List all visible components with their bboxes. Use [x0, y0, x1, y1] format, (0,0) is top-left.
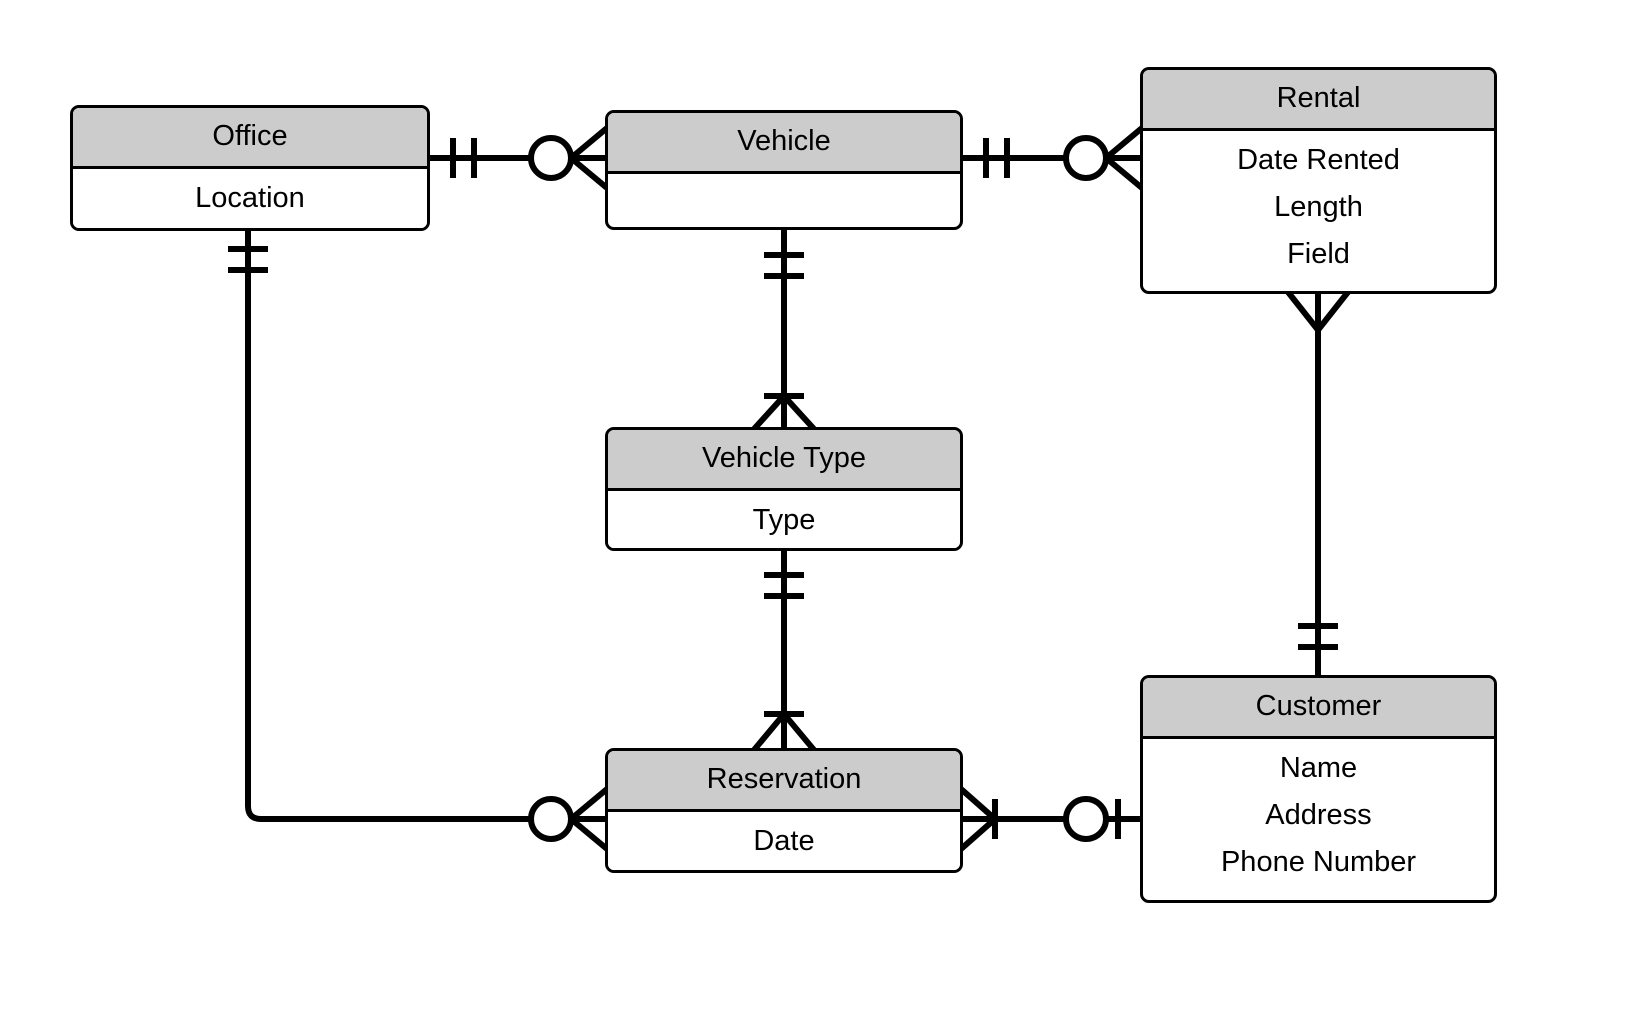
relationship-office-vehicle[interactable]: [430, 125, 609, 191]
attribute-date: Date: [753, 825, 815, 857]
relationship-reservation-customer[interactable]: [959, 786, 1140, 852]
relationship-vehicle-vehicletype[interactable]: [751, 230, 817, 432]
attribute-phone-number: Phone Number: [1220, 846, 1417, 878]
entity-customer-title: Customer: [1143, 678, 1494, 739]
attribute-length: Length: [1274, 191, 1363, 223]
entity-customer-attributes: Name Address Phone Number: [1143, 739, 1494, 894]
relationship-rental-customer[interactable]: [1285, 290, 1351, 675]
entity-office-title: Office: [73, 108, 427, 169]
attribute-address: Address: [1265, 799, 1372, 831]
entity-vehicle-type-attributes: Type: [608, 491, 960, 548]
attribute-field: Field: [1287, 238, 1350, 270]
er-diagram-canvas: Office Location Vehicle Rental Date Rent…: [0, 0, 1650, 1026]
relationship-vehicle-rental[interactable]: [963, 125, 1144, 191]
entity-vehicle[interactable]: Vehicle: [605, 110, 963, 230]
entity-rental-title: Rental: [1143, 70, 1494, 131]
entity-office[interactable]: Office Location: [70, 105, 430, 231]
entity-reservation-title: Reservation: [608, 751, 960, 812]
entity-vehicle-type-title: Vehicle Type: [608, 430, 960, 491]
attribute-location: Location: [195, 182, 305, 214]
entity-reservation-attributes: Date: [608, 812, 960, 870]
entity-reservation[interactable]: Reservation Date: [605, 748, 963, 873]
attribute-date-rented: Date Rented: [1237, 144, 1400, 176]
attribute-name: Name: [1279, 752, 1358, 784]
entity-vehicle-title: Vehicle: [608, 113, 960, 174]
relationship-vehicletype-reservation[interactable]: [751, 551, 817, 752]
relationship-office-reservation[interactable]: [228, 231, 609, 852]
entity-customer[interactable]: Customer Name Address Phone Number: [1140, 675, 1497, 903]
entity-office-attributes: Location: [73, 169, 427, 228]
entity-rental-attributes: Date Rented Length Field: [1143, 131, 1494, 286]
attribute-type: Type: [752, 504, 816, 536]
entity-vehicle-type[interactable]: Vehicle Type Type: [605, 427, 963, 551]
entity-rental[interactable]: Rental Date Rented Length Field: [1140, 67, 1497, 294]
